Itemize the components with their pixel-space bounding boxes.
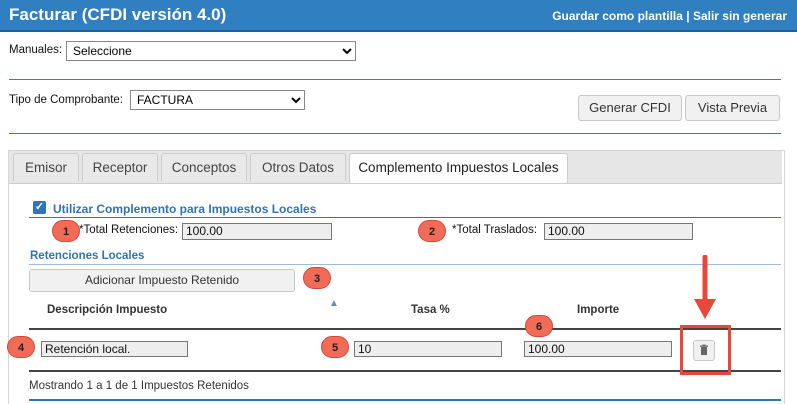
checkbox-label: Utilizar Complemento para Impuestos Loca… xyxy=(53,202,317,216)
tab-emisor[interactable]: Emisor xyxy=(13,153,79,181)
annotation-badge: 6 xyxy=(525,315,553,337)
sort-asc-icon[interactable]: ▲ xyxy=(329,298,339,309)
annotation-badge: 2 xyxy=(418,220,446,242)
col-tasa-header[interactable]: Tasa % xyxy=(411,304,450,316)
tab-conceptos[interactable]: Conceptos xyxy=(161,153,247,181)
divider xyxy=(9,79,781,80)
header-links: Guardar como plantilla | Salir sin gener… xyxy=(552,9,787,23)
annotation-badge: 4 xyxy=(7,336,35,358)
col-importe-header[interactable]: Importe xyxy=(577,304,619,316)
annotation-badge: 5 xyxy=(321,336,349,358)
table-footer-border xyxy=(29,370,781,372)
descripcion-input[interactable]: Retención local. xyxy=(41,341,188,357)
tipo-comprobante-select[interactable]: FACTURA xyxy=(130,90,305,110)
save-template-link[interactable]: Guardar como plantilla xyxy=(552,9,683,23)
tasa-input[interactable]: 10 xyxy=(354,341,502,357)
total-traslados-label: *Total Traslados: xyxy=(452,224,538,236)
total-retenciones-input[interactable]: 100.00 xyxy=(182,223,332,240)
highlight-box xyxy=(680,325,731,375)
divider xyxy=(29,399,781,401)
adicionar-impuesto-retenido-button[interactable]: Adicionar Impuesto Retenido xyxy=(29,269,295,292)
impuestos-locales-checkbox[interactable]: ✓ xyxy=(33,201,46,214)
exit-without-saving-link[interactable]: Salir sin generar xyxy=(693,9,787,23)
divider xyxy=(29,264,781,265)
annotation-badge: 3 xyxy=(303,267,331,289)
importe-input[interactable]: 100.00 xyxy=(524,341,672,357)
total-retenciones-label: *Total Retenciones: xyxy=(79,224,179,236)
generar-cfdi-button[interactable]: Generar CFDI xyxy=(578,95,682,121)
tab-otros-datos[interactable]: Otros Datos xyxy=(250,153,346,181)
tab-complemento-impuestos-locales[interactable]: Complemento Impuestos Locales xyxy=(349,153,568,183)
vista-previa-button[interactable]: Vista Previa xyxy=(685,95,780,121)
annotation-badge: 1 xyxy=(52,220,80,242)
manuales-label: Manuales: xyxy=(9,44,63,56)
tab-receptor[interactable]: Receptor xyxy=(82,153,158,181)
link-separator: | xyxy=(682,9,693,23)
retenciones-locales-heading: Retenciones Locales xyxy=(30,250,145,262)
page-title: Facturar (CFDI versión 4.0) xyxy=(9,5,227,24)
tipo-comprobante-label: Tipo de Comprobante: xyxy=(9,94,124,106)
divider xyxy=(9,133,781,134)
table-footer-info: Mostrando 1 a 1 de 1 Impuestos Retenidos xyxy=(29,380,249,392)
col-descripcion-header[interactable]: Descripción Impuesto xyxy=(47,304,167,316)
arrow-down-icon xyxy=(694,255,716,319)
divider xyxy=(29,217,781,218)
table-header-border xyxy=(29,328,781,330)
manuales-select[interactable]: Seleccione xyxy=(66,41,356,61)
total-traslados-input[interactable]: 100.00 xyxy=(544,223,693,240)
